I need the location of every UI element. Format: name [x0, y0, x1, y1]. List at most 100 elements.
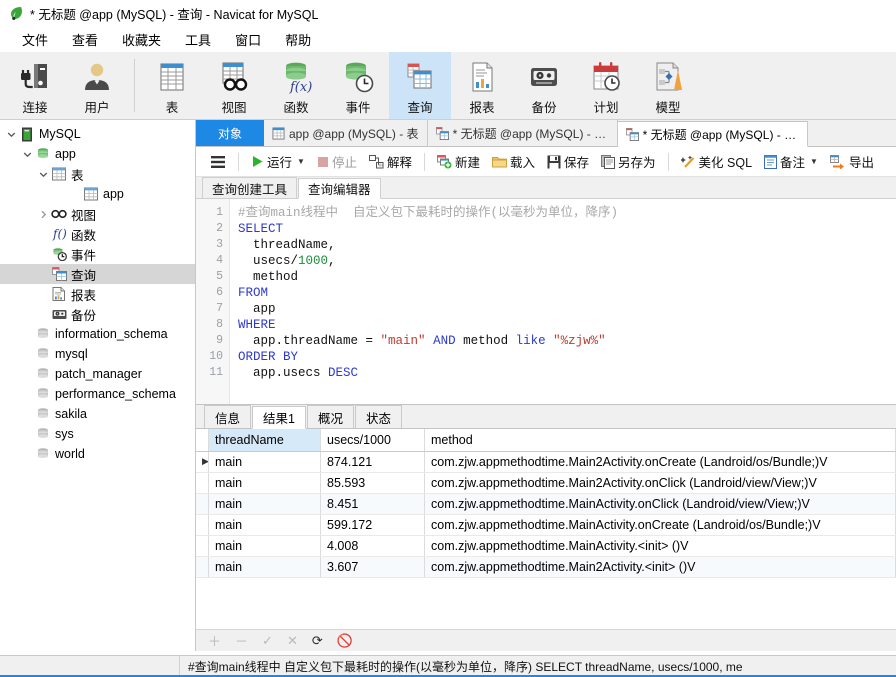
chevron-down-icon[interactable]	[20, 150, 34, 159]
new-button[interactable]: 新建	[431, 150, 486, 173]
tree-item-函数[interactable]: f()函数	[0, 224, 195, 244]
plus-icon[interactable]: ＋	[208, 631, 221, 650]
cell-threadname[interactable]: main	[209, 514, 321, 535]
cell-method[interactable]: com.zjw.appmethodtime.MainActivity.onCre…	[425, 514, 896, 535]
table-row[interactable]: main599.172com.zjw.appmethodtime.MainAct…	[196, 514, 896, 535]
cell-method[interactable]: com.zjw.appmethodtime.MainActivity.onCli…	[425, 493, 896, 514]
tab-result-1[interactable]: 结果1	[252, 406, 306, 429]
table-row[interactable]: main8.451com.zjw.appmethodtime.MainActiv…	[196, 493, 896, 514]
row-marker[interactable]	[196, 493, 209, 514]
tree-item-performance_schema[interactable]: performance_schema	[0, 384, 195, 404]
tab-query-untitled-1[interactable]: * 无标题 @app (MySQL) - 查...	[428, 120, 618, 146]
beautify-sql-button[interactable]: 美化 SQL	[675, 150, 759, 173]
ribbon-button-user[interactable]: 用户	[66, 52, 128, 119]
column-header-method[interactable]: method	[425, 429, 896, 451]
menu-tools[interactable]: 工具	[173, 27, 223, 52]
cell-method[interactable]: com.zjw.appmethodtime.Main2Activity.onCl…	[425, 472, 896, 493]
tree-item-表[interactable]: 表	[0, 164, 195, 184]
column-header-usecs[interactable]: usecs/1000	[321, 429, 425, 451]
explain-button[interactable]: 解释	[363, 150, 418, 173]
cell-threadname[interactable]: main	[209, 451, 321, 472]
tree-item-world[interactable]: world	[0, 444, 195, 464]
sql-editor[interactable]: 1234567891011 #查询main线程中 自定义包下最耗时的操作(以毫秒…	[196, 199, 896, 404]
tab-status[interactable]: 状态	[355, 405, 402, 428]
result-grid[interactable]: threadName usecs/1000 method ▶main874.12…	[196, 429, 896, 578]
menu-help[interactable]: 帮助	[273, 27, 323, 52]
result-grid-body[interactable]: ▶main874.121com.zjw.appmethodtime.Main2A…	[196, 451, 896, 577]
cell-usecs[interactable]: 3.607	[321, 556, 425, 577]
tree-item-查询[interactable]: 查询	[0, 264, 195, 284]
tree-item-mysql[interactable]: mysql	[0, 344, 195, 364]
menu-view[interactable]: 查看	[60, 27, 110, 52]
sql-code-area[interactable]: #查询main线程中 自定义包下最耗时的操作(以毫秒为单位，降序)SELECT …	[230, 199, 896, 404]
cell-usecs[interactable]: 599.172	[321, 514, 425, 535]
object-tree-sidebar[interactable]: MySQLapp表app视图f()函数事件查询报表备份information_s…	[0, 120, 196, 651]
table-row[interactable]: main85.593com.zjw.appmethodtime.Main2Act…	[196, 472, 896, 493]
chevron-down-icon[interactable]	[4, 130, 18, 139]
tree-item-mysql[interactable]: MySQL	[0, 124, 195, 144]
ribbon-button-backup[interactable]: 备份	[513, 52, 575, 119]
refresh-icon[interactable]: ⟳	[312, 633, 323, 649]
cell-threadname[interactable]: main	[209, 535, 321, 556]
ribbon-button-connection[interactable]: 连接	[4, 52, 66, 119]
tab-query-untitled-2[interactable]: * 无标题 @app (MySQL) - 查...	[618, 121, 808, 147]
stop-button[interactable]: 停止	[311, 150, 363, 173]
save-button[interactable]: 保存	[541, 150, 595, 173]
tree-item-patch_manager[interactable]: patch_manager	[0, 364, 195, 384]
stop-icon[interactable]: 🚫	[337, 633, 353, 649]
minus-icon[interactable]: －	[235, 631, 248, 650]
table-row[interactable]: main4.008com.zjw.appmethodtime.MainActiv…	[196, 535, 896, 556]
ribbon-button-schedule[interactable]: 计划	[575, 52, 637, 119]
menu-window[interactable]: 窗口	[223, 27, 273, 52]
note-button[interactable]: 备注 ▼	[758, 150, 824, 173]
cell-method[interactable]: com.zjw.appmethodtime.Main2Activity.onCr…	[425, 451, 896, 472]
tree-item-information_schema[interactable]: information_schema	[0, 324, 195, 344]
tree-item-app[interactable]: app	[0, 144, 195, 164]
table-row[interactable]: main3.607com.zjw.appmethodtime.Main2Acti…	[196, 556, 896, 577]
cell-usecs[interactable]: 4.008	[321, 535, 425, 556]
cell-threadname[interactable]: main	[209, 556, 321, 577]
tab-app-table[interactable]: app @app (MySQL) - 表	[264, 120, 428, 146]
tab-query-editor[interactable]: 查询编辑器	[298, 178, 381, 199]
load-button[interactable]: 载入	[486, 150, 541, 173]
ribbon-button-event[interactable]: 事件	[327, 52, 389, 119]
tab-query-builder[interactable]: 查询创建工具	[202, 177, 297, 198]
check-icon[interactable]: ✓	[262, 633, 273, 649]
ribbon-button-model[interactable]: 模型	[637, 52, 699, 119]
tree-item-报表[interactable]: 报表	[0, 284, 195, 304]
row-marker[interactable]: ▶	[196, 451, 209, 472]
tree-item-事件[interactable]: 事件	[0, 244, 195, 264]
tab-message[interactable]: 信息	[204, 405, 251, 428]
row-marker[interactable]	[196, 514, 209, 535]
chevron-down-icon[interactable]	[36, 170, 50, 179]
cell-threadname[interactable]: main	[209, 493, 321, 514]
tab-objects[interactable]: 对象	[196, 120, 264, 146]
tree-item-app[interactable]: app	[0, 184, 195, 204]
menu-favorites[interactable]: 收藏夹	[110, 27, 173, 52]
cell-method[interactable]: com.zjw.appmethodtime.Main2Activity.<ini…	[425, 556, 896, 577]
row-marker[interactable]	[196, 556, 209, 577]
cell-method[interactable]: com.zjw.appmethodtime.MainActivity.<init…	[425, 535, 896, 556]
ribbon-button-table[interactable]: 表	[141, 52, 203, 119]
result-grid-wrapper[interactable]: threadName usecs/1000 method ▶main874.12…	[196, 429, 896, 629]
ribbon-button-function[interactable]: f(x) 函数	[265, 52, 327, 119]
cross-icon[interactable]: ✕	[287, 633, 298, 649]
run-button[interactable]: 运行 ▼	[245, 150, 311, 173]
export-button[interactable]: 导出	[824, 150, 880, 173]
chevron-down-icon[interactable]: ▼	[810, 157, 818, 166]
tree-item-备份[interactable]: 备份	[0, 304, 195, 324]
cell-usecs[interactable]: 874.121	[321, 451, 425, 472]
ribbon-button-report[interactable]: 报表	[451, 52, 513, 119]
cell-usecs[interactable]: 85.593	[321, 472, 425, 493]
row-marker[interactable]	[196, 535, 209, 556]
tree-item-sakila[interactable]: sakila	[0, 404, 195, 424]
tree-item-视图[interactable]: 视图	[0, 204, 195, 224]
tab-profile[interactable]: 概况	[307, 405, 354, 428]
tree-item-sys[interactable]: sys	[0, 424, 195, 444]
column-header-threadname[interactable]: threadName	[209, 429, 321, 451]
menu-file[interactable]: 文件	[10, 27, 60, 52]
chevron-right-icon[interactable]	[36, 210, 50, 219]
cell-usecs[interactable]: 8.451	[321, 493, 425, 514]
chevron-down-icon[interactable]: ▼	[297, 157, 305, 166]
save-as-button[interactable]: 另存为	[595, 150, 662, 173]
